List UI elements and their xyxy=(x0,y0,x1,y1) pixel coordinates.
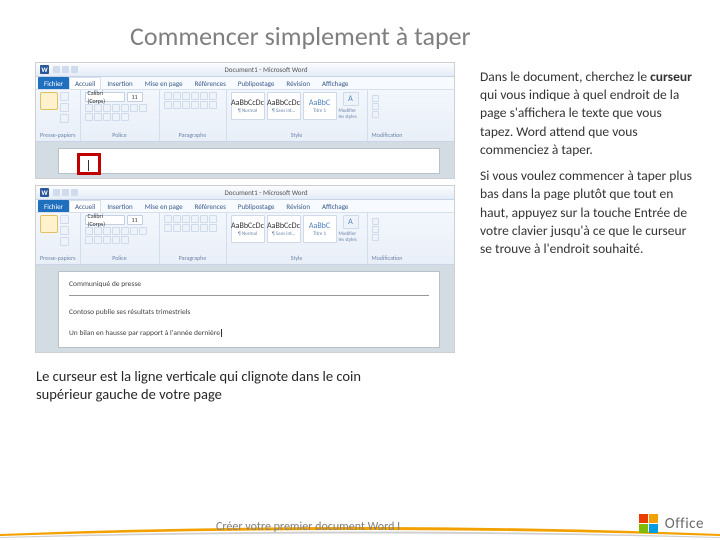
tab-revision: Révision xyxy=(280,200,316,212)
explanation-text: Dans le document, cherchez le curseur qu… xyxy=(480,62,695,359)
text-cursor xyxy=(221,329,222,337)
screenshots-column: W Document1 - Microsoft Word Fichier Acc… xyxy=(35,62,455,359)
window-title: Document1 - Microsoft Word xyxy=(82,65,450,74)
font-name-box: Calibri (Corps) xyxy=(85,215,125,225)
group-pressepapiers: Presse-papiers xyxy=(36,90,81,141)
ribbon: Presse-papiers Calibri (Corps) 11 Police… xyxy=(36,213,454,265)
format-painter-icon xyxy=(60,114,69,123)
office-squares-icon xyxy=(639,514,659,534)
explanation-para-2: Si vous voulez commencer à taper plus ba… xyxy=(480,167,695,258)
tab-fichier: Fichier xyxy=(38,200,69,212)
doc-line-3: Un bilan en hausse par rapport à l'année… xyxy=(69,327,429,341)
style-titre1: AaBbCTitre 1 xyxy=(303,92,337,120)
tab-insertion: Insertion xyxy=(101,77,138,89)
tab-accueil: Accueil xyxy=(69,200,101,212)
group-label: Style xyxy=(231,254,363,262)
caption: Le curseur est la ligne verticale qui cl… xyxy=(0,359,420,405)
word-app-icon: W xyxy=(40,188,49,197)
footer: Créer votre premier document Word I Offi… xyxy=(0,514,720,534)
doc-line-1: Communiqué de presse xyxy=(69,278,429,292)
paste-icon xyxy=(40,215,58,233)
style-normal: AaBbCcDc¶ Normal xyxy=(231,92,265,120)
group-label: Police xyxy=(85,254,155,262)
copy-icon xyxy=(60,103,69,112)
style-sansint: AaBbCcDc¶ Sans int… xyxy=(267,92,301,120)
find-icon xyxy=(372,95,379,102)
group-modification: Modification xyxy=(368,90,407,141)
tab-accueil: Accueil xyxy=(69,77,101,89)
footer-title: Créer votre premier document Word I xyxy=(16,520,400,534)
group-label: Modification xyxy=(372,254,403,262)
content-row: W Document1 - Microsoft Word Fichier Acc… xyxy=(0,62,720,359)
group-label: Modification xyxy=(372,131,403,139)
group-paragraphe: Paragraphe xyxy=(160,90,227,141)
group-label: Presse-papiers xyxy=(40,131,76,139)
paragraph-icons xyxy=(164,92,222,109)
tab-insertion: Insertion xyxy=(101,200,138,212)
tab-miseenpage: Mise en page xyxy=(139,200,189,212)
group-label: Paragraphe xyxy=(164,254,222,262)
select-icon xyxy=(372,111,379,118)
window-title: Document1 - Microsoft Word xyxy=(82,188,450,197)
group-police: Calibri (Corps) 11 Police xyxy=(81,90,160,141)
group-label: Style xyxy=(231,131,363,139)
page-with-text: Communiqué de presse Contoso publie ses … xyxy=(58,271,440,348)
font-format-icons xyxy=(85,104,155,121)
group-label: Presse-papiers xyxy=(40,254,76,262)
word-screenshot-cursor: W Document1 - Microsoft Word Fichier Acc… xyxy=(35,62,455,179)
tab-references: Références xyxy=(189,77,232,89)
quick-access-toolbar xyxy=(53,189,78,196)
tab-fichier: Fichier xyxy=(38,77,69,89)
word-titlebar: W Document1 - Microsoft Word xyxy=(36,186,454,200)
word-screenshot-typed: W Document1 - Microsoft Word Fichier Acc… xyxy=(35,185,455,353)
paste-icon xyxy=(40,92,58,110)
slide-title: Commencer simplement à taper xyxy=(0,0,720,62)
office-brand-text: Office xyxy=(665,515,704,533)
tab-miseenpage: Mise en page xyxy=(139,77,189,89)
group-style: AaBbCcDc¶ Normal AaBbCcDc¶ Sans int… AaB… xyxy=(227,90,368,141)
doc-line-2: Contoso publie ses résultats trimestriel… xyxy=(69,306,429,320)
document-area: Communiqué de presse Contoso publie ses … xyxy=(36,265,454,352)
doc-divider xyxy=(69,295,429,296)
word-titlebar: W Document1 - Microsoft Word xyxy=(36,63,454,77)
ribbon: Presse-papiers Calibri (Corps) 11 Police xyxy=(36,90,454,142)
tab-references: Références xyxy=(189,200,232,212)
cut-icon xyxy=(60,92,69,101)
find-replace-icons xyxy=(372,92,403,118)
page-blank xyxy=(58,148,440,174)
office-logo: Office xyxy=(639,514,704,534)
group-police: Calibri (Corps) 11 Police xyxy=(81,213,160,264)
document-area xyxy=(36,142,454,178)
tab-publipostage: Publipostage xyxy=(232,200,281,212)
group-paragraphe: Paragraphe xyxy=(160,213,227,264)
font-size-box: 11 xyxy=(127,215,143,225)
group-style: AaBbCcDc¶ Normal AaBbCcDc¶ Sans int… AaB… xyxy=(227,213,368,264)
tab-affichage: Affichage xyxy=(316,200,354,212)
tab-publipostage: Publipostage xyxy=(232,77,281,89)
cursor-highlight-box xyxy=(77,153,101,175)
word-app-icon: W xyxy=(40,65,49,74)
font-name-box: Calibri (Corps) xyxy=(85,92,125,102)
quick-access-toolbar xyxy=(53,66,78,73)
modify-styles: AModifier les styles xyxy=(339,92,363,120)
replace-icon xyxy=(372,103,379,110)
group-label: Paragraphe xyxy=(164,131,222,139)
group-label: Police xyxy=(85,131,155,139)
group-pressepapiers: Presse-papiers xyxy=(36,213,81,264)
explanation-para-1: Dans le document, cherchez le curseur qu… xyxy=(480,68,695,159)
tab-revision: Révision xyxy=(280,77,316,89)
tab-affichage: Affichage xyxy=(316,77,354,89)
font-size-box: 11 xyxy=(127,92,143,102)
group-modification: Modification xyxy=(368,213,407,264)
